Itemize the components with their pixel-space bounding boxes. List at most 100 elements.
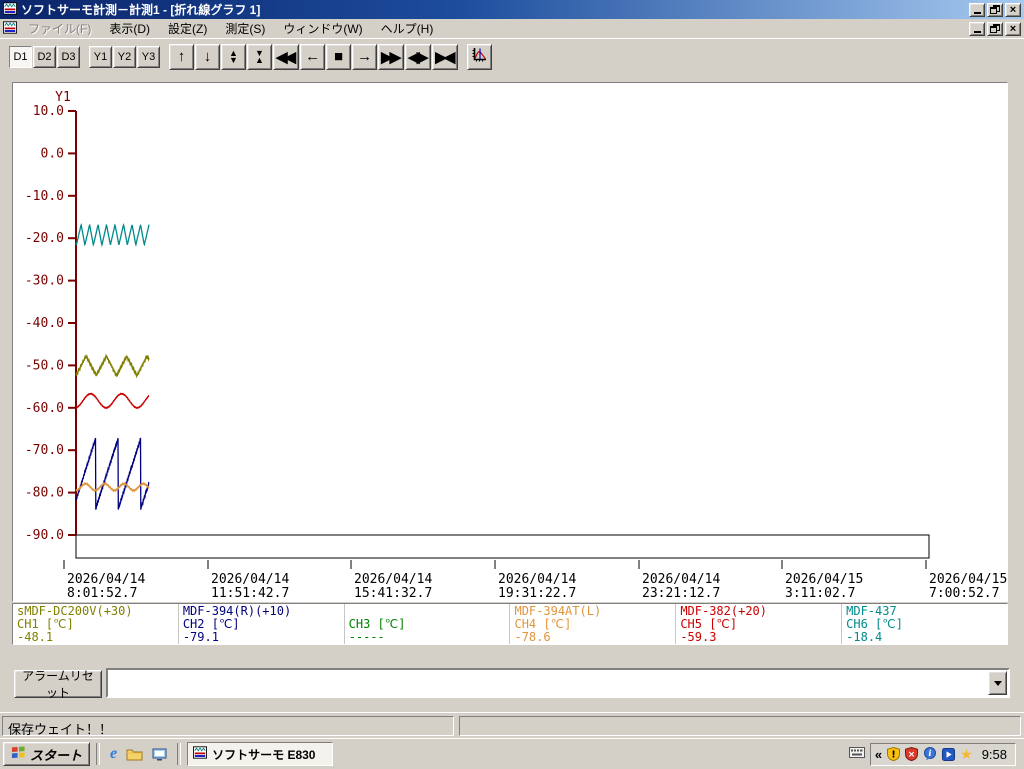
window-title: ソフトサーモ計測－計測1 - [折れ線グラフ 1] [21, 3, 261, 17]
button-y1-glyph: Y1 [93, 50, 108, 63]
tray-icon-area: « ! × i ★ 9:58 [869, 742, 1016, 766]
expand-horizontal-button[interactable]: ◀▶ [405, 43, 432, 70]
security-warning-shield-icon[interactable]: ! [887, 747, 901, 761]
legend-value: -48.1 [17, 630, 54, 644]
button-y3-glyph: Y3 [141, 50, 156, 63]
scroll-down-button[interactable]: ↓ [195, 43, 220, 70]
y-axis-buttons: Y1 Y2 Y3 [89, 45, 160, 68]
start-button[interactable]: スタート [3, 742, 91, 766]
menu-item-1[interactable]: 表示(D) [100, 19, 159, 38]
alarm-combobox-input[interactable] [108, 670, 987, 696]
button-y3[interactable]: Y3 [137, 45, 160, 68]
svg-text:2026/04/14: 2026/04/14 [211, 572, 289, 587]
mdi-child-icon[interactable] [3, 20, 17, 37]
svg-text:3:11:02.7: 3:11:02.7 [785, 586, 855, 601]
expand-vertical-button[interactable]: ▲▼ [221, 43, 246, 70]
restore-button[interactable] [987, 2, 1003, 17]
mdi-restore-button[interactable] [987, 21, 1003, 36]
taskbar-separator [177, 743, 182, 765]
svg-text:2026/04/14: 2026/04/14 [67, 572, 145, 587]
svg-text:Y1: Y1 [55, 90, 71, 105]
taskbar-clock[interactable]: 9:58 [978, 747, 1011, 762]
close-icon: × [1009, 22, 1017, 35]
svg-text:-90.0: -90.0 [25, 528, 64, 543]
app-icon [193, 746, 208, 762]
button-d3[interactable]: D3 [57, 45, 80, 68]
task-button-soft-thermo[interactable]: ソフトサーモ E830 [187, 742, 334, 766]
stop-button[interactable]: ■ [326, 43, 352, 70]
svg-text:-50.0: -50.0 [25, 358, 64, 373]
folder-icon[interactable] [126, 748, 143, 761]
toolbar: D1 D2 D3 Y1 Y2 Y3 ↑ ↓ ▲▼ ▼▲ ◀◀ ← ■ → ▶▶ ◀▶ ▶◀ [0, 38, 1024, 74]
button-y2[interactable]: Y2 [113, 45, 136, 68]
svg-text:10.0: 10.0 [33, 104, 64, 119]
scroll-up-button[interactable]: ↑ [169, 43, 194, 70]
step-left-button[interactable]: ← [300, 43, 326, 70]
show-desktop-icon[interactable] [152, 748, 167, 761]
mdi-close-button[interactable]: × [1005, 21, 1021, 36]
minimize-icon [973, 12, 981, 14]
svg-text:2026/04/14: 2026/04/14 [354, 572, 432, 587]
security-alert-shield-icon[interactable]: × [905, 747, 919, 761]
alarm-combobox [106, 668, 1010, 698]
svg-text:2026/04/15: 2026/04/15 [785, 572, 863, 587]
button-y1[interactable]: Y1 [89, 45, 112, 68]
fast-forward-button[interactable]: ▶▶ [378, 43, 405, 70]
media-play-tray-icon[interactable] [942, 747, 956, 761]
svg-text:7:00:52.7: 7:00:52.7 [929, 586, 999, 601]
button-d3-glyph: D3 [61, 50, 76, 63]
scroll-up-button-glyph: ↑ [177, 48, 186, 65]
app-icon [3, 1, 17, 18]
info-balloon-icon[interactable]: i [923, 747, 937, 761]
system-tray: « ! × i ★ 9:58 [844, 741, 1021, 768]
menu-bar: ファイル(F) 表示(D) 設定(Z) 測定(S) ウィンドウ(W) ヘルプ(H) × [0, 19, 1024, 38]
menu-item-2[interactable]: 設定(Z) [159, 19, 216, 38]
legend-value: -78.6 [514, 630, 551, 644]
keyboard-language-icon[interactable] [848, 747, 865, 761]
button-d1[interactable]: D1 [9, 45, 32, 68]
menu-item-0: ファイル(F) [28, 22, 92, 36]
legend-cell-ch2: MDF-394(R)(+10) CH2 [℃] -79.1 [179, 604, 345, 644]
alarm-reset-button[interactable]: アラームリセット [14, 669, 102, 700]
rewind-button[interactable]: ◀◀ [273, 43, 300, 70]
svg-text:-30.0: -30.0 [25, 274, 64, 289]
internet-explorer-icon[interactable]: e [110, 745, 117, 763]
menu-items: ファイル(F) 表示(D) 設定(Z) 測定(S) ウィンドウ(W) ヘルプ(H) [19, 19, 967, 38]
star-tray-icon[interactable]: ★ [960, 746, 973, 763]
svg-text:-40.0: -40.0 [25, 316, 64, 331]
data-view-buttons: D1 D2 D3 [9, 45, 80, 68]
svg-text:-80.0: -80.0 [25, 486, 64, 501]
menu-item-4[interactable]: ウィンドウ(W) [274, 19, 371, 38]
svg-text:-10.0: -10.0 [25, 189, 64, 204]
svg-text:15:41:32.7: 15:41:32.7 [354, 586, 432, 601]
svg-text:2026/04/15: 2026/04/15 [929, 572, 1007, 587]
graph-settings-button[interactable] [467, 43, 493, 70]
status-panel-secondary [459, 716, 1021, 736]
close-button[interactable]: × [1005, 2, 1021, 17]
compress-vertical-button-glyph: ▼▲ [255, 47, 264, 65]
menu-item-5[interactable]: ヘルプ(H) [372, 19, 443, 38]
svg-text:19:31:22.7: 19:31:22.7 [498, 586, 576, 601]
button-d1-glyph: D1 [13, 50, 28, 63]
step-right-button[interactable]: → [352, 43, 378, 70]
menu-item-3[interactable]: 測定(S) [216, 19, 274, 38]
svg-text:×: × [908, 750, 916, 760]
legend-value: ----- [348, 630, 385, 644]
taskbar: スタート e ソフトサーモ E830 « ! × i ★ 9:58 [0, 738, 1024, 769]
expand-horizontal-button-glyph: ◀▶ [408, 48, 428, 66]
compress-horizontal-button[interactable]: ▶◀ [432, 43, 459, 70]
mdi-minimize-button[interactable] [969, 21, 985, 36]
legend-value: -59.3 [680, 630, 717, 644]
alarm-combobox-dropdown-button[interactable] [988, 671, 1007, 695]
taskbar-separator [96, 743, 101, 765]
svg-text:8:01:52.7: 8:01:52.7 [67, 586, 137, 601]
navigation-buttons: ↑ ↓ ▲▼ ▼▲ ◀◀ ← ■ → ▶▶ ◀▶ ▶◀ [169, 43, 459, 70]
compress-vertical-button[interactable]: ▼▲ [247, 43, 272, 70]
minimize-button[interactable] [969, 2, 985, 17]
quick-launch: e [106, 745, 171, 763]
windows-logo-icon [11, 745, 26, 763]
svg-text:-70.0: -70.0 [25, 443, 64, 458]
button-d2[interactable]: D2 [33, 45, 56, 68]
minimize-icon [973, 31, 981, 33]
tray-chevron-icon[interactable]: « [875, 747, 882, 762]
